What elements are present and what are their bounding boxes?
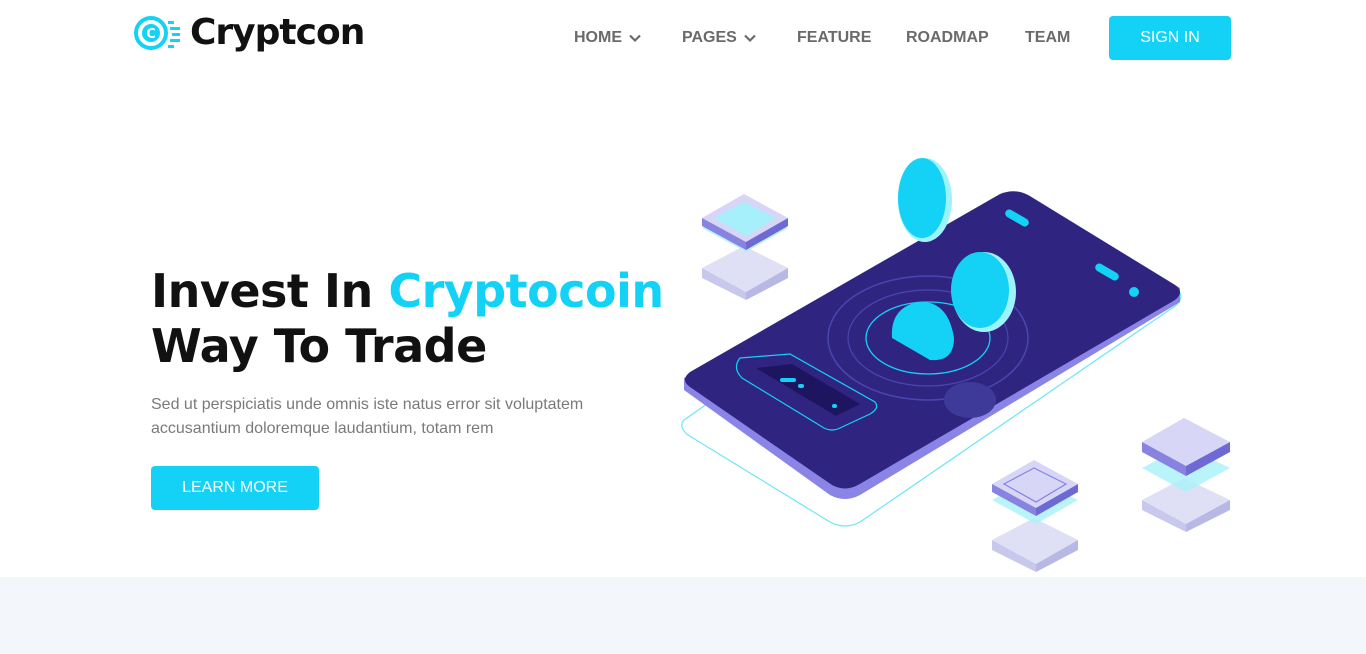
learn-more-button[interactable]: LEARN MORE <box>151 466 319 510</box>
brand-name: Cryptcon <box>190 12 365 53</box>
nav-item-label: HOME <box>574 29 622 46</box>
brand-logo[interactable]: C Cryptcon <box>134 12 365 53</box>
chevron-down-icon <box>744 34 756 43</box>
isometric-phone-coins-icon <box>681 158 1230 572</box>
nav-item-pages[interactable]: PAGES <box>682 26 757 50</box>
site-header: C Cryptcon HOME PAGES FEATURE ROADMAP TE… <box>0 0 1366 76</box>
nav-item-roadmap[interactable]: ROADMAP <box>906 26 989 50</box>
next-section-band <box>0 577 1366 654</box>
nav-item-label: ROADMAP <box>906 29 989 46</box>
chevron-down-icon <box>629 34 641 43</box>
coin-speed-icon: C <box>134 15 180 50</box>
hero-title-accent: Cryptocoin <box>388 264 664 318</box>
nav-item-label: TEAM <box>1025 29 1071 46</box>
hero-title-part1: Invest In <box>151 264 389 318</box>
sign-in-button[interactable]: SIGN IN <box>1109 16 1231 60</box>
svg-text:C: C <box>146 27 156 42</box>
nav-item-label: PAGES <box>682 29 737 46</box>
nav-item-home[interactable]: HOME <box>574 26 642 50</box>
hero-title-line2: Way To Trade <box>151 319 487 373</box>
nav-item-team[interactable]: TEAM <box>1025 26 1070 50</box>
nav-item-label: FEATURE <box>797 29 872 46</box>
nav-item-feature[interactable]: FEATURE <box>797 26 871 50</box>
hero-description: Sed ut perspiciatis unde omnis iste natu… <box>151 396 584 437</box>
hero-title: Invest In Cryptocoin Way To Trade <box>151 264 664 374</box>
